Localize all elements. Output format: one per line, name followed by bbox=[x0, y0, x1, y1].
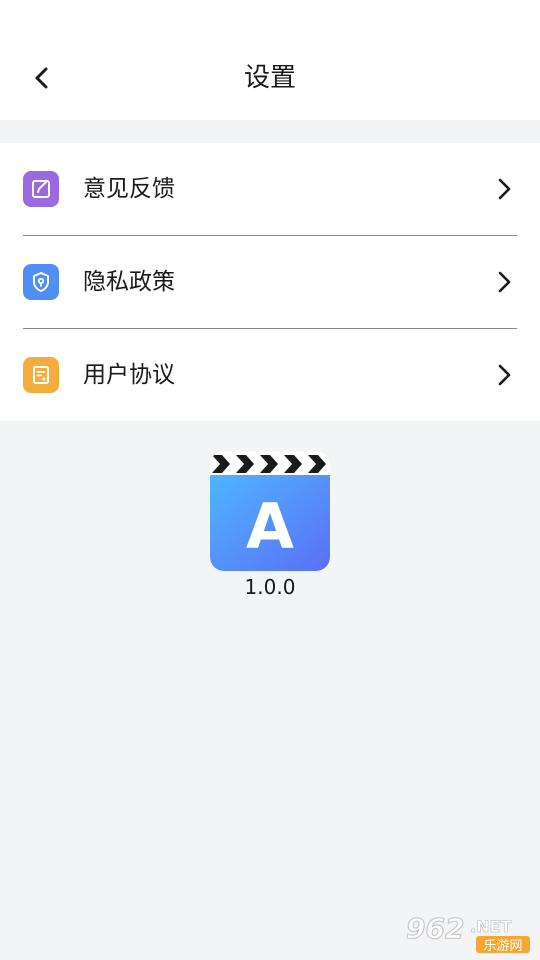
watermark-logo: 962 .NET 乐游网 bbox=[405, 911, 530, 954]
header-bar: 设置 bbox=[0, 0, 540, 120]
svg-text:962: 962 bbox=[406, 912, 464, 945]
svg-text:乐游网: 乐游网 bbox=[483, 939, 522, 954]
chevron-right-icon bbox=[498, 364, 511, 386]
menu-item-user-agreement[interactable]: 用户协议 bbox=[0, 329, 540, 421]
menu-item-feedback[interactable]: 意见反馈 bbox=[0, 143, 540, 235]
shield-icon bbox=[23, 264, 59, 300]
back-button[interactable] bbox=[22, 58, 62, 98]
menu-item-label: 意见反馈 bbox=[83, 176, 175, 202]
menu-item-label: 隐私政策 bbox=[83, 269, 175, 295]
chevron-right-icon bbox=[498, 271, 511, 293]
svg-text:.NET: .NET bbox=[470, 917, 511, 936]
settings-list: 意见反馈 隐私政策 用户协议 bbox=[0, 143, 540, 421]
app-logo: A bbox=[210, 451, 330, 571]
chevron-left-icon bbox=[35, 67, 48, 89]
page-title: 设置 bbox=[243, 63, 296, 93]
menu-item-privacy-policy[interactable]: 隐私政策 bbox=[0, 236, 540, 328]
chevron-right-icon bbox=[498, 178, 511, 200]
document-icon bbox=[23, 357, 59, 393]
edit-icon bbox=[23, 171, 59, 207]
menu-item-label: 用户协议 bbox=[83, 362, 175, 388]
app-version: 1.0.0 bbox=[244, 575, 296, 599]
logo-letter: A bbox=[246, 490, 294, 563]
